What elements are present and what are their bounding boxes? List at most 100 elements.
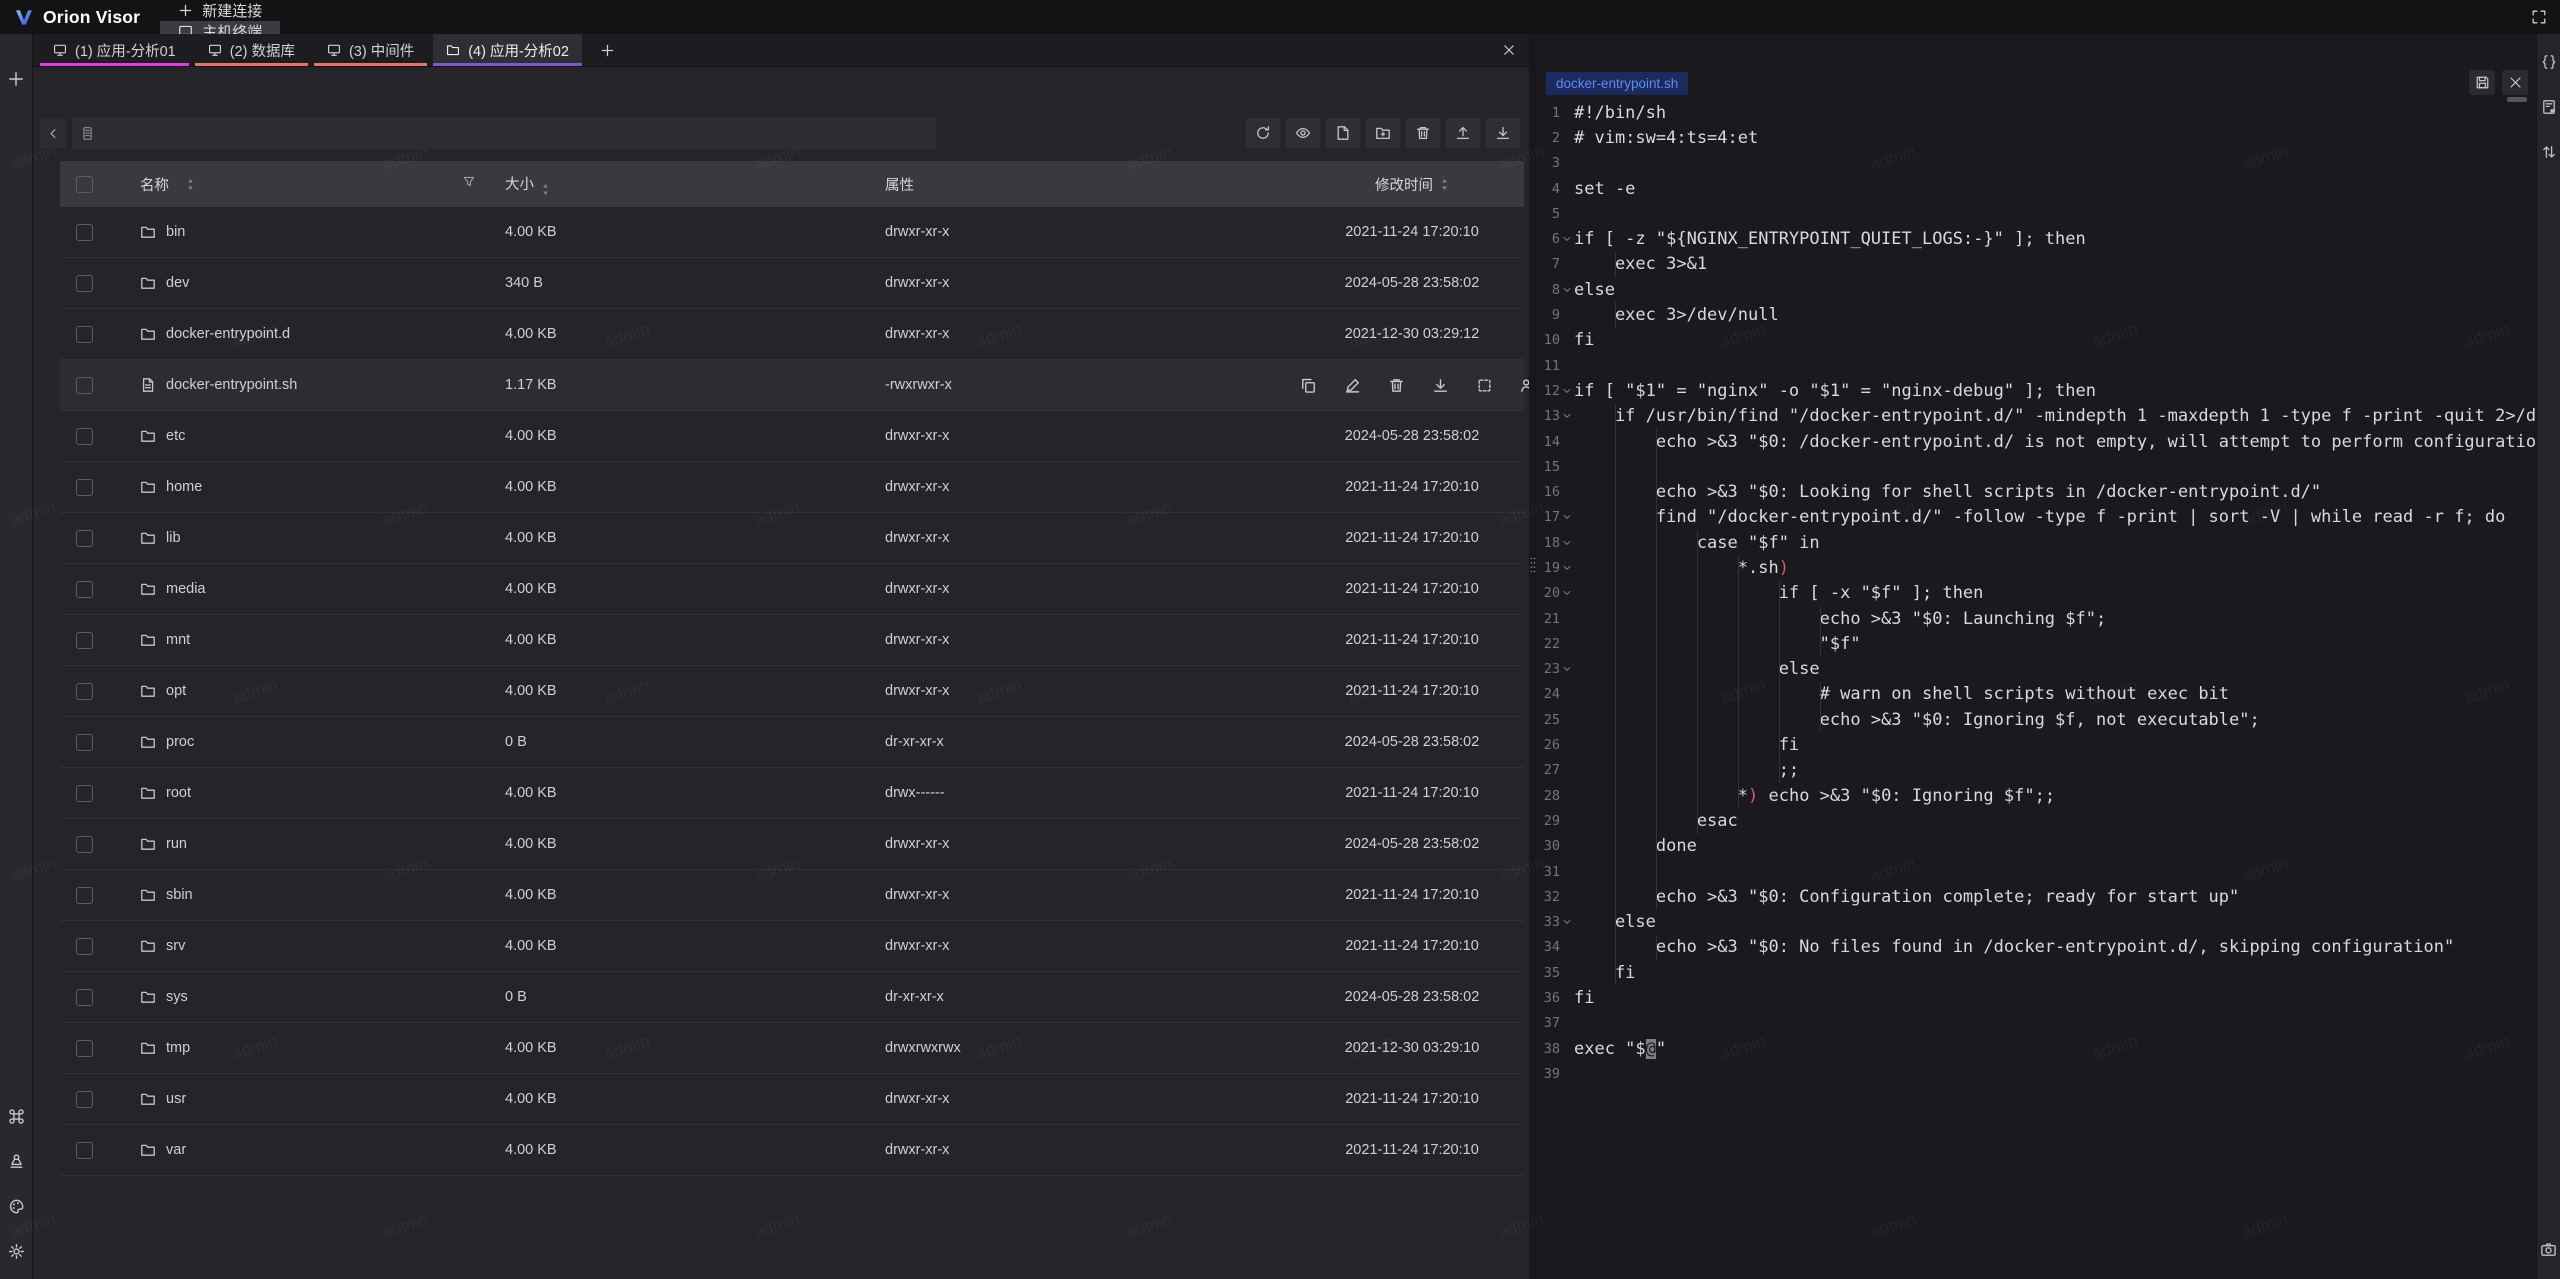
new-file-button[interactable] <box>1326 118 1360 148</box>
file-name[interactable]: media <box>166 581 206 597</box>
nav-item-plus[interactable]: 新建连接 <box>160 0 280 21</box>
script-doc-button[interactable] <box>2541 99 2557 118</box>
file-name[interactable]: srv <box>166 938 185 954</box>
select-all-checkbox[interactable] <box>76 176 93 193</box>
fold-icon[interactable] <box>1560 411 1574 421</box>
file-name[interactable]: usr <box>166 1091 186 1107</box>
table-row[interactable]: docker-entrypoint.sh1.17 KB-rwxrwxr-x <box>60 360 1524 411</box>
file-name[interactable]: proc <box>166 734 194 750</box>
table-row[interactable]: home4.00 KBdrwxr-xr-x2021-11-24 17:20:10 <box>60 462 1524 513</box>
fold-icon[interactable] <box>1560 588 1574 598</box>
braces-button[interactable] <box>2541 54 2557 73</box>
row-checkbox[interactable] <box>76 989 93 1006</box>
download-button[interactable] <box>1486 118 1520 148</box>
open-file-tab[interactable]: docker-entrypoint.sh <box>1546 72 1688 95</box>
row-checkbox[interactable] <box>76 1142 93 1159</box>
table-row[interactable]: run4.00 KBdrwxr-xr-x2024-05-28 23:58:02 <box>60 819 1524 870</box>
path-input[interactable] <box>101 116 936 150</box>
copy-action-button[interactable] <box>1300 377 1317 394</box>
table-row[interactable]: media4.00 KBdrwxr-xr-x2021-11-24 17:20:1… <box>60 564 1524 615</box>
file-name[interactable]: run <box>166 836 187 852</box>
file-name[interactable]: opt <box>166 683 186 699</box>
row-checkbox[interactable] <box>76 377 93 394</box>
table-row[interactable]: proc0 Bdr-xr-xr-x2024-05-28 23:58:02 <box>60 717 1524 768</box>
file-name[interactable]: home <box>166 479 202 495</box>
new-folder-button[interactable] <box>1366 118 1400 148</box>
row-checkbox[interactable] <box>76 836 93 853</box>
file-name[interactable]: tmp <box>166 1040 190 1056</box>
back-button[interactable] <box>40 118 66 148</box>
row-checkbox[interactable] <box>76 479 93 496</box>
row-checkbox[interactable] <box>76 938 93 955</box>
row-checkbox[interactable] <box>76 581 93 598</box>
save-file-button[interactable] <box>2469 70 2495 95</box>
file-name[interactable]: sys <box>166 989 188 1005</box>
file-name[interactable]: docker-entrypoint.sh <box>166 377 297 393</box>
fullscreen-button[interactable] <box>2518 0 2560 34</box>
table-row[interactable]: docker-entrypoint.d4.00 KBdrwxr-xr-x2021… <box>60 309 1524 360</box>
table-row[interactable]: sbin4.00 KBdrwxr-xr-x2021-11-24 17:20:10 <box>60 870 1524 921</box>
refresh-button[interactable] <box>1246 118 1280 148</box>
fold-icon[interactable] <box>1560 386 1574 396</box>
file-name[interactable]: docker-entrypoint.d <box>166 326 290 342</box>
table-row[interactable]: mnt4.00 KBdrwxr-xr-x2021-11-24 17:20:10 <box>60 615 1524 666</box>
table-row[interactable]: lib4.00 KBdrwxr-xr-x2021-11-24 17:20:10 <box>60 513 1524 564</box>
row-checkbox[interactable] <box>76 326 93 343</box>
table-row[interactable]: dev340 Bdrwxr-xr-x2024-05-28 23:58:02 <box>60 258 1524 309</box>
row-checkbox[interactable] <box>76 1091 93 1108</box>
row-checkbox[interactable] <box>76 785 93 802</box>
table-row[interactable]: bin4.00 KBdrwxr-xr-x2021-11-24 17:20:10 <box>60 207 1524 258</box>
session-tab[interactable]: (3) 中间件 <box>314 34 427 66</box>
close-tabs-button[interactable] <box>1489 34 1529 66</box>
file-name[interactable]: lib <box>166 530 181 546</box>
row-checkbox[interactable] <box>76 224 93 241</box>
edit-action-button[interactable] <box>1344 377 1361 394</box>
session-tab[interactable]: (1) 应用-分析01 <box>40 34 189 66</box>
swap-vertical-button[interactable] <box>2541 144 2557 163</box>
file-name[interactable]: bin <box>166 224 185 240</box>
session-tab[interactable]: (2) 数据库 <box>195 34 308 66</box>
table-row[interactable]: sys0 Bdr-xr-xr-x2024-05-28 23:58:02 <box>60 972 1524 1023</box>
fold-icon[interactable] <box>1560 285 1574 295</box>
command-button[interactable] <box>8 1108 25 1128</box>
file-name[interactable]: var <box>166 1142 186 1158</box>
row-checkbox[interactable] <box>76 683 93 700</box>
download-action-button[interactable] <box>1432 377 1449 394</box>
code-area[interactable]: 1#!/bin/sh2# vim:sw=4:ts=4:et34set -e56i… <box>1536 100 2536 1279</box>
sort-toggle[interactable] <box>186 178 195 191</box>
table-row[interactable]: var4.00 KBdrwxr-xr-x2021-11-24 17:20:10 <box>60 1125 1524 1176</box>
palette-button[interactable] <box>8 1198 25 1218</box>
upload-button[interactable] <box>1446 118 1480 148</box>
table-row[interactable]: etc4.00 KBdrwxr-xr-x2024-05-28 23:58:02 <box>60 411 1524 462</box>
session-tab[interactable]: (4) 应用-分析02 <box>433 34 582 66</box>
table-row[interactable]: opt4.00 KBdrwxr-xr-x2021-11-24 17:20:10 <box>60 666 1524 717</box>
fold-icon[interactable] <box>1560 917 1574 927</box>
close-editor-button[interactable] <box>2502 70 2528 95</box>
sort-toggle[interactable] <box>541 183 550 196</box>
sort-toggle[interactable] <box>1440 178 1449 191</box>
row-checkbox[interactable] <box>76 428 93 445</box>
preview-button[interactable] <box>1286 118 1320 148</box>
new-connection-button[interactable] <box>7 70 25 91</box>
fold-icon[interactable] <box>1560 234 1574 244</box>
fold-icon[interactable] <box>1560 538 1574 548</box>
fold-icon[interactable] <box>1560 512 1574 522</box>
row-checkbox[interactable] <box>76 530 93 547</box>
fold-icon[interactable] <box>1560 563 1574 573</box>
row-checkbox[interactable] <box>76 632 93 649</box>
row-checkbox[interactable] <box>76 275 93 292</box>
row-checkbox[interactable] <box>76 734 93 751</box>
move-action-button[interactable] <box>1476 377 1493 394</box>
file-name[interactable]: sbin <box>166 887 193 903</box>
gear-button[interactable] <box>8 1243 25 1263</box>
filter-icon[interactable] <box>462 175 476 193</box>
screenshot-button[interactable] <box>2540 1241 2557 1261</box>
table-row[interactable]: srv4.00 KBdrwxr-xr-x2021-11-24 17:20:10 <box>60 921 1524 972</box>
permission-action-button[interactable] <box>1520 377 1529 394</box>
row-checkbox[interactable] <box>76 887 93 904</box>
add-tab-button[interactable] <box>588 34 628 66</box>
fold-icon[interactable] <box>1560 664 1574 674</box>
file-name[interactable]: root <box>166 785 191 801</box>
delete-action-button[interactable] <box>1388 377 1405 394</box>
table-row[interactable]: usr4.00 KBdrwxr-xr-x2021-11-24 17:20:10 <box>60 1074 1524 1125</box>
